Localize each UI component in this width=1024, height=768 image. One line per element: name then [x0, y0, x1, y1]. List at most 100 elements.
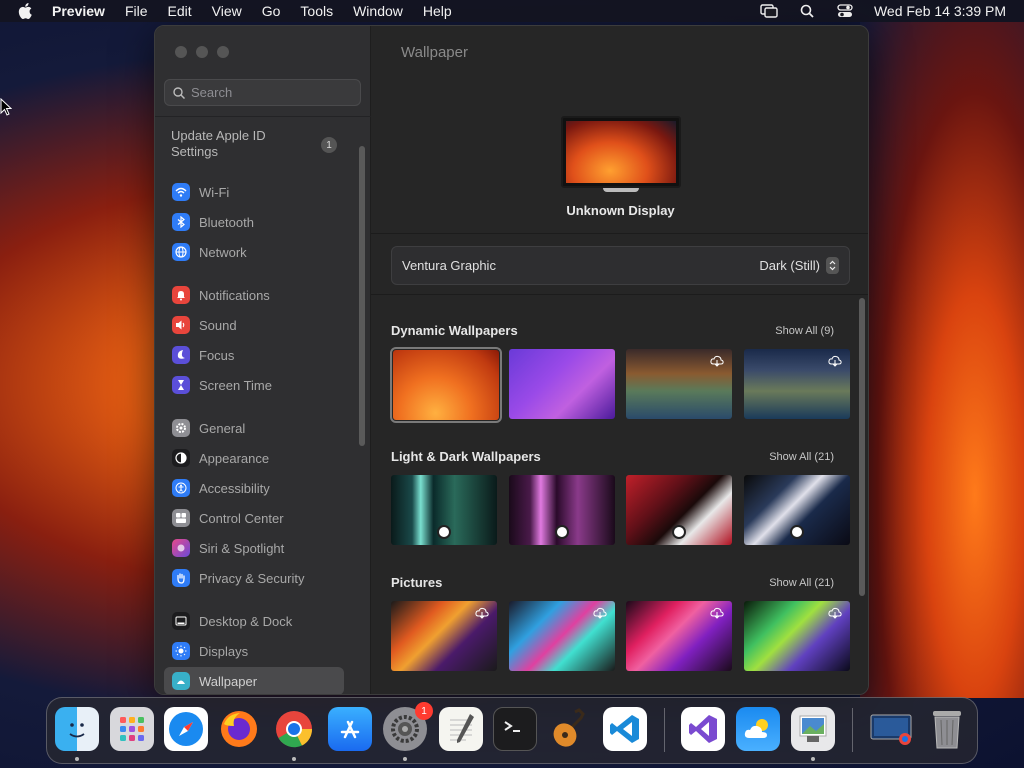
section-title: Light & Dark Wallpapers [391, 449, 541, 464]
speaker-icon [172, 316, 190, 334]
menu-clock[interactable]: Wed Feb 14 3:39 PM [874, 3, 1006, 19]
menu-app-name[interactable]: Preview [52, 3, 105, 19]
terminal-icon[interactable] [493, 707, 537, 751]
search-field[interactable]: Search [164, 79, 361, 106]
weather-icon[interactable] [736, 707, 780, 751]
sidebar-item-label: Appearance [199, 450, 270, 466]
window-controls [175, 46, 229, 58]
sidebar-item-network[interactable]: Network [164, 238, 344, 266]
screen-sharing-icon[interactable] [869, 707, 913, 751]
sidebar-item-general[interactable]: General [164, 414, 344, 442]
sidebar-item-label: Accessibility [199, 480, 270, 496]
chrome-icon[interactable] [272, 707, 316, 751]
show-all-pictures-button[interactable]: Show All (21) [769, 577, 834, 589]
wallpaper-thumbnail[interactable] [626, 475, 732, 545]
wallpaper-thumbnail[interactable] [744, 601, 850, 671]
close-window-button[interactable] [175, 46, 187, 58]
wallpaper-thumbnail[interactable] [626, 601, 732, 671]
show-all-light-dark-button[interactable]: Show All (21) [769, 451, 834, 463]
wallpaper-thumbnail[interactable] [391, 601, 497, 671]
menu-file[interactable]: File [125, 3, 148, 19]
search-placeholder: Search [191, 85, 233, 100]
running-indicator [292, 757, 296, 761]
sidebar-item-accessibility[interactable]: Accessibility [164, 474, 344, 502]
sidebar-item-bluetooth[interactable]: Bluetooth [164, 208, 344, 236]
visual-studio-icon[interactable] [681, 707, 725, 751]
cloud-download-icon [710, 607, 724, 619]
mouse-cursor-icon [0, 98, 12, 116]
app-store-icon[interactable] [328, 707, 372, 751]
control-center-icon[interactable] [836, 4, 854, 18]
menu-help[interactable]: Help [423, 3, 452, 19]
wallpaper-thumbnail[interactable] [391, 475, 497, 545]
light-dark-icon [437, 525, 451, 539]
sidebar-item-appearance[interactable]: Appearance [164, 444, 344, 472]
menu-go[interactable]: Go [262, 3, 281, 19]
sidebar-item-desktop-dock[interactable]: Desktop & Dock [164, 607, 344, 635]
spotlight-search-icon[interactable] [798, 4, 816, 18]
siri-icon [172, 539, 190, 557]
wallpaper-thumbnail[interactable] [744, 349, 850, 419]
sidebar-item-label: Wi-Fi [199, 184, 230, 200]
bluetooth-icon [172, 213, 190, 231]
cloud-download-icon [710, 355, 724, 367]
notification-badge: 1 [415, 702, 433, 720]
dock-separator [664, 708, 665, 752]
minimize-window-button[interactable] [196, 46, 208, 58]
sidebar-item-label: Control Center [199, 510, 284, 526]
safari-icon[interactable] [164, 707, 208, 751]
wallpaper-thumbnail[interactable] [509, 349, 615, 419]
sidebar-item-sound[interactable]: Sound [164, 311, 344, 339]
wallpaper-thumbnail[interactable] [626, 349, 732, 419]
appearance-mode-select[interactable]: Dark (Still) [759, 257, 839, 274]
system-settings-window: Search Update Apple ID Settings 1 Wi-Fi … [154, 25, 869, 695]
trash-icon[interactable] [925, 707, 969, 751]
sidebar-item-label: Sound [199, 317, 237, 333]
sidebar-item-label: Siri & Spotlight [199, 540, 285, 556]
sidebar-item-privacy-security[interactable]: Privacy & Security [164, 564, 344, 592]
preview-icon[interactable] [791, 707, 835, 751]
vscode-icon[interactable] [603, 707, 647, 751]
sidebar-scrollbar[interactable] [359, 146, 365, 446]
appearance-mode-value: Dark (Still) [759, 258, 820, 273]
apple-menu-icon[interactable] [18, 3, 36, 19]
menu-edit[interactable]: Edit [168, 3, 192, 19]
wallpaper-thumbnail[interactable] [509, 601, 615, 671]
sidebar-item-label: Wallpaper [199, 673, 258, 689]
sidebar-item-label: Displays [199, 643, 249, 659]
screen-mirroring-icon[interactable] [760, 4, 778, 18]
show-all-dynamic-button[interactable]: Show All (9) [775, 325, 834, 337]
apple-id-settings-link[interactable]: Update Apple ID Settings [171, 128, 291, 160]
sidebar-item-control-center[interactable]: Control Center [164, 504, 344, 532]
menu-view[interactable]: View [212, 3, 242, 19]
main-scrollbar[interactable] [859, 298, 865, 596]
textedit-icon[interactable] [439, 707, 483, 751]
search-icon [173, 86, 185, 99]
wallpaper-thumbnail[interactable] [509, 475, 615, 545]
bell-icon [172, 286, 190, 304]
sidebar-item-screen-time[interactable]: Screen Time [164, 371, 344, 399]
sidebar-item-siri-spotlight[interactable]: Siri & Spotlight [164, 534, 344, 562]
cloud-download-icon [828, 355, 842, 367]
divider [371, 233, 868, 234]
dock-separator [852, 708, 853, 752]
sidebar-item-focus[interactable]: Focus [164, 341, 344, 369]
wallpaper-thumbnail[interactable] [390, 347, 502, 423]
sidebar-item-notifications[interactable]: Notifications [164, 281, 344, 309]
gear-icon [172, 419, 190, 437]
zoom-window-button[interactable] [217, 46, 229, 58]
sidebar-item-label: Bluetooth [199, 214, 254, 230]
control-center-icon [172, 509, 190, 527]
menu-tools[interactable]: Tools [300, 3, 333, 19]
launchpad-icon[interactable] [110, 707, 154, 751]
display-preview [561, 116, 681, 188]
guitar-icon[interactable] [547, 707, 591, 751]
wallpaper-thumbnail[interactable] [744, 475, 850, 545]
menu-window[interactable]: Window [353, 3, 403, 19]
firefox-icon[interactable] [217, 707, 261, 751]
sidebar-item-displays[interactable]: Displays [164, 637, 344, 665]
finder-icon[interactable] [55, 707, 99, 751]
sidebar-item-wifi[interactable]: Wi-Fi [164, 178, 344, 206]
sidebar-item-wallpaper[interactable]: Wallpaper [164, 667, 344, 694]
light-dark-icon [555, 525, 569, 539]
